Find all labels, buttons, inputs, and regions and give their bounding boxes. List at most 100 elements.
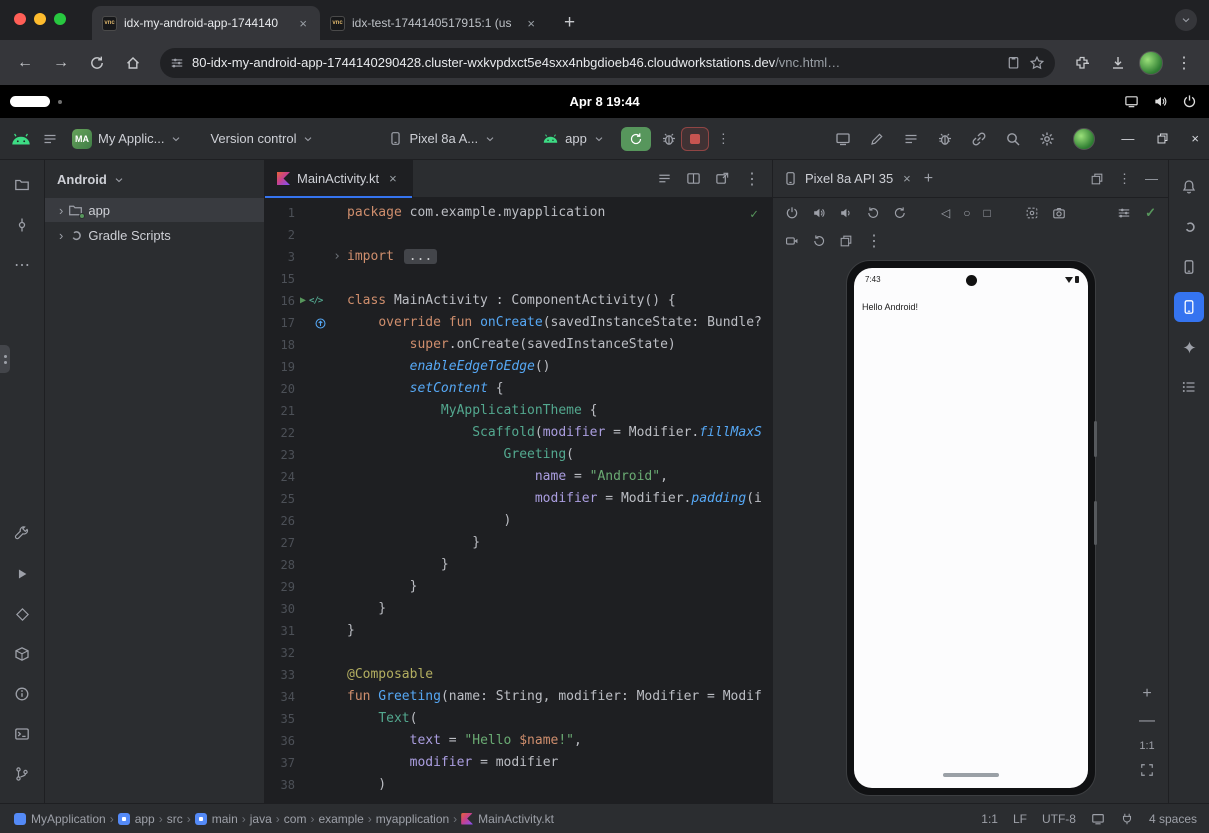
android-back-button[interactable]: ◁ [941, 206, 950, 220]
code-line[interactable]: 25 modifier = Modifier.padding(i [265, 488, 772, 510]
screen-share-icon[interactable] [1091, 812, 1105, 826]
compose-tools-icon[interactable] [869, 131, 885, 147]
breadcrumb-file[interactable]: MainActivity.kt [461, 812, 554, 826]
plugin-icon[interactable] [1120, 812, 1134, 826]
zoom-in-button[interactable]: + [1142, 686, 1151, 702]
breadcrumb-main[interactable]: main [195, 812, 238, 826]
emulator-phone-frame[interactable]: 7:43 Hello Android! [846, 260, 1096, 796]
ide-profile-avatar[interactable] [1073, 128, 1095, 150]
device-selector[interactable]: Pixel 8a A... [384, 131, 500, 146]
camera-button[interactable] [1052, 206, 1066, 220]
code-line[interactable]: 20 setContent { [265, 378, 772, 400]
display-settings-button[interactable] [1117, 206, 1131, 220]
tree-row-gradle-scripts[interactable]: › Gradle Scripts [45, 223, 264, 247]
device-power-button[interactable] [785, 206, 799, 220]
compose-gutter-icon[interactable]: </> [309, 290, 322, 312]
device-more-icon[interactable]: ⋮ [866, 231, 882, 251]
bookmark-star-icon[interactable] [1029, 55, 1045, 71]
home-button[interactable] [118, 48, 148, 78]
app-quality-insights-icon[interactable] [7, 599, 37, 629]
code-line[interactable]: 21 MyApplicationTheme { [265, 400, 772, 422]
reload-button[interactable] [82, 48, 112, 78]
project-view-selector[interactable]: Android [45, 160, 264, 197]
gesture-bar[interactable] [943, 773, 999, 777]
editor-more-icon[interactable]: ⋮ [744, 169, 760, 189]
code-line[interactable]: 27 } [265, 532, 772, 554]
clipboard-icon[interactable] [1006, 55, 1021, 70]
browser-tab-2[interactable]: vnc idx-test-1744140517915:1 (us × [320, 6, 548, 40]
run-more-icon[interactable]: ⋮ [717, 131, 730, 147]
rerun-button[interactable] [621, 127, 651, 151]
code-line[interactable]: 38 ) [265, 774, 772, 796]
reset-button[interactable] [812, 234, 826, 248]
project-widget[interactable]: MA My Applic... [68, 129, 186, 149]
power-icon[interactable] [1182, 94, 1197, 109]
code-line[interactable]: 16▶</>class MainActivity : ComponentActi… [265, 290, 772, 312]
breadcrumb-project[interactable]: MyApplication [14, 812, 106, 826]
code-line[interactable]: 18 super.onCreate(savedInstanceState) [265, 334, 772, 356]
rotate-left-button[interactable] [866, 206, 880, 220]
rotate-right-button[interactable] [893, 206, 907, 220]
code-line[interactable]: 32 [265, 642, 772, 664]
debug-button[interactable] [661, 131, 677, 147]
code-line[interactable]: 17 override fun onCreate(savedInstanceSt… [265, 312, 772, 334]
code-line[interactable]: 26 ) [265, 510, 772, 532]
browser-menu-icon[interactable]: ⋮ [1169, 48, 1199, 78]
zoom-out-button[interactable]: — [1139, 713, 1155, 729]
volume-icon[interactable] [1153, 94, 1168, 109]
code-line[interactable]: 37 modifier = modifier [265, 752, 772, 774]
android-overview-button[interactable]: □ [983, 206, 990, 220]
float-panel-icon[interactable] [1090, 172, 1104, 186]
more-tools-icon[interactable]: ⋯ [7, 250, 37, 280]
project-tool-icon[interactable] [7, 170, 37, 200]
browser-tab-1[interactable]: vnc idx-my-android-app-1744140 × [92, 6, 320, 40]
macos-zoom-button[interactable] [54, 13, 66, 25]
sync-icon[interactable] [971, 131, 987, 147]
expand-chevron-icon[interactable]: › [59, 228, 63, 243]
volume-up-button[interactable] [812, 206, 826, 220]
site-info-icon[interactable] [170, 56, 184, 70]
code-line[interactable]: 3›import ... [265, 246, 772, 268]
structure-tool-icon[interactable] [1174, 372, 1204, 402]
hide-panel-icon[interactable]: — [1145, 171, 1158, 186]
tab-close-icon[interactable]: × [524, 16, 538, 31]
tab-close-icon[interactable]: × [296, 16, 310, 31]
notifications-bell-icon[interactable] [1174, 172, 1204, 202]
gutter[interactable]: ▶</> [295, 290, 347, 312]
fold-gutter-icon[interactable]: › [333, 246, 341, 268]
android-home-button[interactable]: ○ [963, 206, 970, 220]
code-line[interactable]: 31} [265, 620, 772, 642]
app-inspection-icon[interactable] [7, 519, 37, 549]
stop-button[interactable] [681, 127, 709, 151]
panel-resize-handle[interactable] [0, 345, 10, 373]
problems-tool-icon[interactable] [7, 679, 37, 709]
code-line[interactable]: 35 Text( [265, 708, 772, 730]
run-config-selector[interactable]: app [538, 131, 609, 146]
browser-profile-avatar[interactable] [1139, 51, 1163, 75]
macos-minimize-button[interactable] [34, 13, 46, 25]
main-menu-icon[interactable] [42, 131, 58, 147]
address-bar[interactable]: 80-idx-my-android-app-1744140290428.clus… [160, 48, 1055, 78]
vcs-widget[interactable]: Version control [206, 131, 318, 146]
window-close-button[interactable]: × [1191, 131, 1199, 146]
window-minimize-button[interactable]: — [1121, 131, 1134, 146]
display-icon[interactable] [1124, 94, 1139, 109]
split-editor-icon[interactable] [686, 171, 701, 186]
line-separator-widget[interactable]: LF [1013, 812, 1027, 826]
device-explorer-icon[interactable] [1174, 252, 1204, 282]
commit-tool-icon[interactable] [7, 210, 37, 240]
macos-close-button[interactable] [14, 13, 26, 25]
extensions-icon[interactable] [1067, 48, 1097, 78]
url-text[interactable]: 80-idx-my-android-app-1744140290428.clus… [192, 55, 998, 70]
code-line[interactable]: 22 Scaffold(modifier = Modifier.fillMaxS [265, 422, 772, 444]
logcat-icon[interactable] [903, 131, 919, 147]
code-line[interactable]: 33@Composable [265, 664, 772, 686]
inspections-ok-icon[interactable]: ✓ [750, 204, 758, 226]
tree-row-app[interactable]: › app [45, 198, 264, 222]
code-line[interactable]: 24 name = "Android", [265, 466, 772, 488]
tab-search-button[interactable] [1175, 9, 1197, 31]
gradle-tool-icon[interactable] [1174, 212, 1204, 242]
encoding-widget[interactable]: UTF-8 [1042, 812, 1076, 826]
run-tool-icon[interactable] [7, 559, 37, 589]
snapshots-button[interactable] [839, 234, 853, 248]
